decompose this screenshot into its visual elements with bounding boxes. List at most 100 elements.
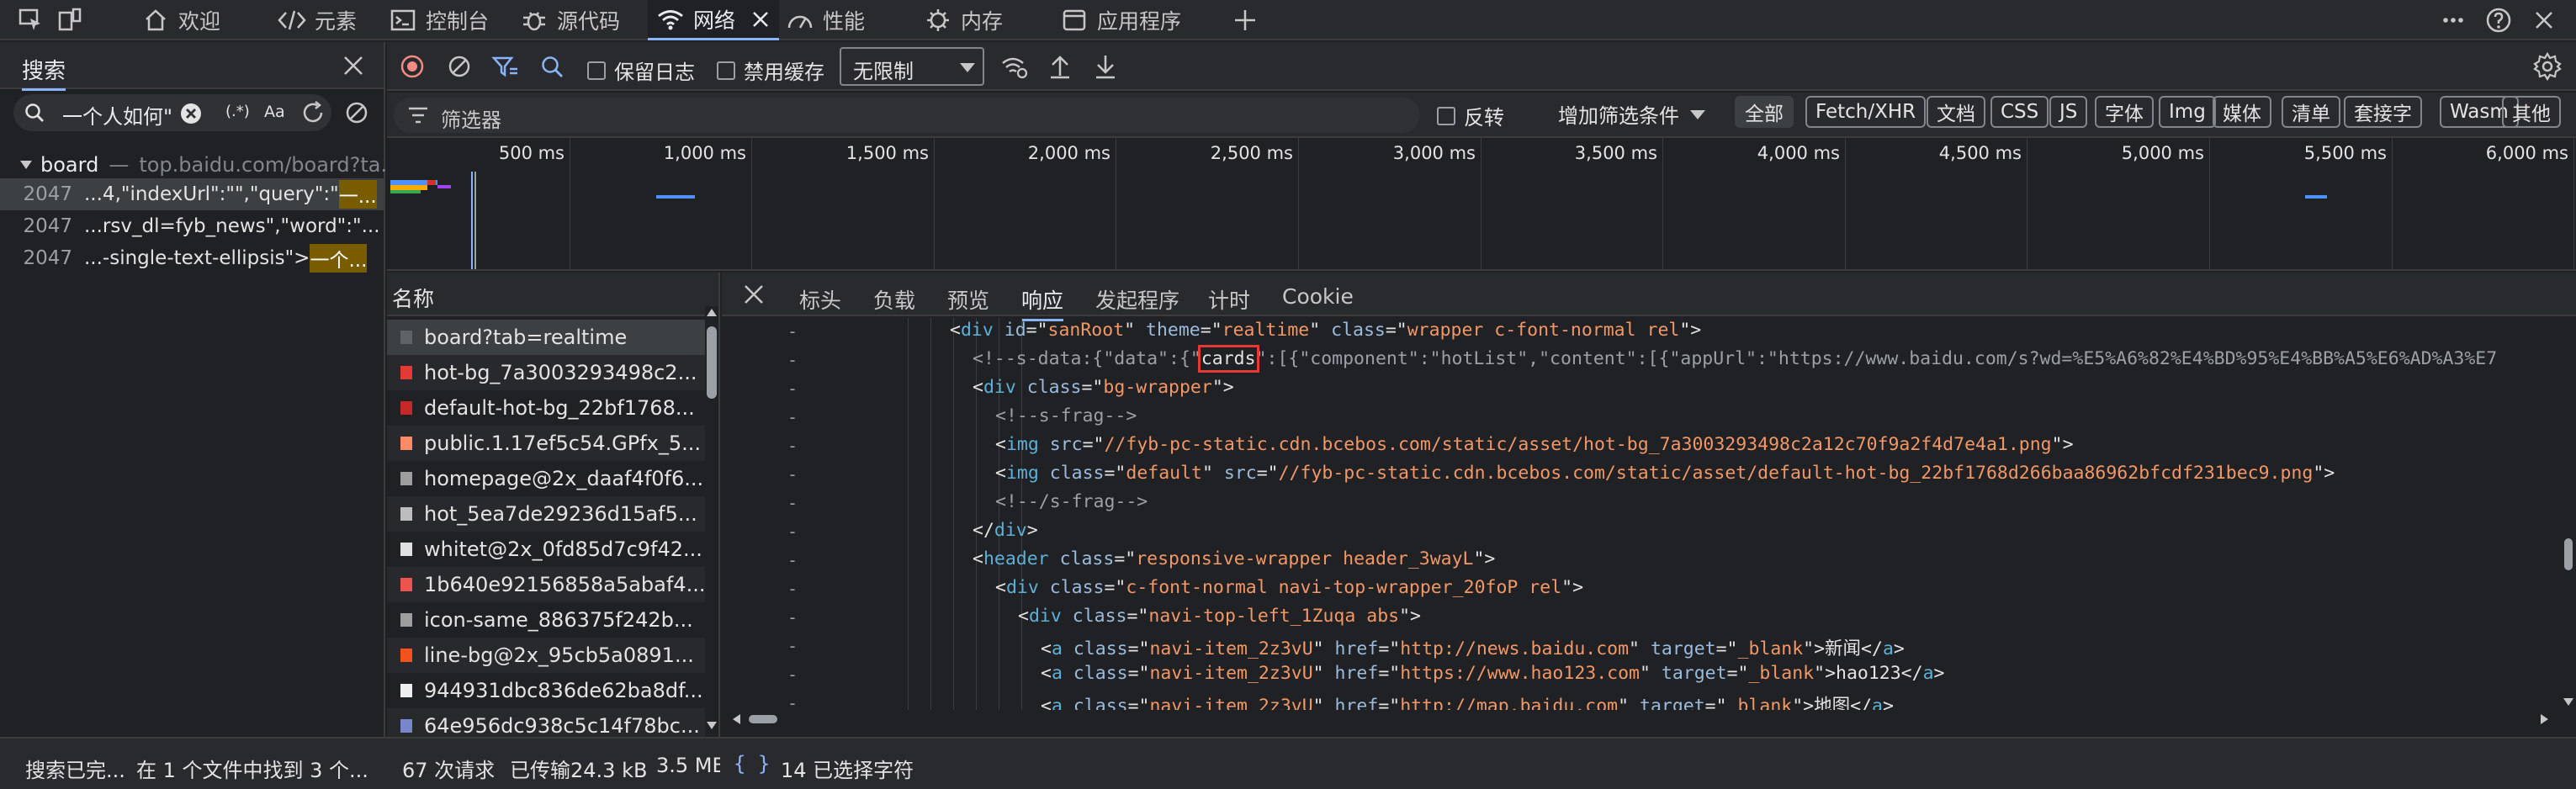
filter-icon[interactable]: [488, 50, 522, 83]
clear-log-icon[interactable]: [443, 50, 476, 83]
code-horizontal-scrollbar[interactable]: [730, 712, 2561, 727]
filter-input[interactable]: 筛选器: [394, 98, 1420, 133]
chip-js[interactable]: JS: [2049, 96, 2088, 128]
network-settings-icon[interactable]: [2529, 48, 2566, 85]
clear-results-icon[interactable]: [340, 96, 374, 130]
request-row[interactable]: hot_5ea7de29236d15af5...: [387, 496, 705, 532]
code-line: </div>: [973, 520, 1038, 541]
column-header-name[interactable]: 名称: [392, 283, 434, 313]
more-options-icon[interactable]: [2436, 3, 2470, 37]
tab-response[interactable]: 响应: [1021, 284, 1064, 321]
throttling-select[interactable]: 无限制: [840, 47, 984, 86]
scrollbar-thumb[interactable]: [2564, 538, 2573, 570]
request-row[interactable]: hot-bg_7a3003293498c2...: [387, 355, 705, 390]
chip-font[interactable]: 字体: [2095, 96, 2154, 128]
request-list-scrollbar[interactable]: [705, 306, 718, 737]
response-detail-panel: 标头 负载 预览 响应 发起程序 计时 Cookie - <div id="san…: [722, 273, 2576, 737]
tab-console[interactable]: 控制台: [389, 0, 489, 40]
add-tab-icon[interactable]: [1228, 3, 1262, 37]
code-vertical-scrollbar[interactable]: [2561, 318, 2576, 712]
device-toolbar-icon[interactable]: [54, 5, 84, 35]
request-row[interactable]: icon-same_886375f242b...: [387, 602, 705, 638]
search-result-row[interactable]: 2047 ...-single-text-ellipsis"> 一个...: [0, 242, 384, 274]
search-network-icon[interactable]: [535, 50, 569, 83]
chip-css[interactable]: CSS: [1990, 96, 2049, 128]
scrollbar-thumb[interactable]: [707, 326, 717, 399]
invert-checkbox[interactable]: 反转: [1437, 101, 1504, 130]
regex-toggle[interactable]: (.*): [225, 103, 250, 120]
import-har-icon[interactable]: [1043, 50, 1077, 83]
scroll-up-icon[interactable]: [705, 306, 718, 320]
search-icon: [24, 102, 45, 124]
scroll-down-icon[interactable]: [2562, 695, 2575, 708]
request-row[interactable]: public.1.17ef5c54.GPfx_5...: [387, 426, 705, 461]
request-row[interactable]: homepage@2x_daaf4f0f6...: [387, 461, 705, 496]
close-detail-icon[interactable]: [739, 279, 769, 310]
pretty-print-button[interactable]: { }: [734, 752, 770, 776]
line-gutter: -: [787, 665, 798, 685]
record-icon[interactable]: [395, 50, 429, 83]
preserve-log-checkbox[interactable]: 保留日志: [587, 56, 695, 85]
disable-cache-checkbox[interactable]: 禁用缓存: [717, 56, 824, 85]
code-line: <div class="navi-top-left_1Zuqa abs">: [1018, 606, 1421, 627]
code-token: <: [973, 377, 983, 398]
request-row[interactable]: 944931dbc836de62ba8df...: [387, 673, 705, 708]
tab-welcome[interactable]: 欢迎: [141, 0, 220, 40]
match-case-toggle[interactable]: Aa: [264, 103, 285, 121]
chip-other[interactable]: 其他: [2502, 96, 2561, 128]
refresh-search-icon[interactable]: [296, 96, 330, 130]
close-search-icon[interactable]: [337, 49, 370, 82]
filter-funnel-icon: [407, 106, 429, 124]
tab-headers[interactable]: 标头: [799, 284, 841, 315]
request-row[interactable]: default-hot-bg_22bf1768...: [387, 390, 705, 426]
request-row[interactable]: line-bg@2x_95cb5a0891...: [387, 638, 705, 673]
chip-all[interactable]: 全部: [1735, 96, 1794, 128]
scroll-right-icon[interactable]: [2537, 712, 2551, 726]
search-result-row[interactable]: 2047 ...rsv_dl=fyb_news","word":"...: [0, 210, 384, 242]
tab-elements[interactable]: 元素: [278, 0, 357, 40]
more-filters-dropdown[interactable]: 增加筛选条件: [1558, 99, 1706, 129]
tab-cookies[interactable]: Cookie: [1282, 284, 1354, 309]
code-token: theme: [1146, 320, 1201, 341]
code-token: ": [1312, 696, 1335, 710]
file-type-icon: [400, 719, 412, 733]
tab-payload[interactable]: 负载: [873, 284, 915, 315]
clear-search-icon[interactable]: [180, 103, 202, 124]
tab-application[interactable]: 应用程序: [1060, 0, 1181, 40]
tab-memory[interactable]: 内存: [924, 0, 1003, 40]
code-token: ">: [1473, 548, 1496, 569]
scroll-left-icon[interactable]: [730, 712, 744, 726]
response-code-viewer[interactable]: - <div id="sanRoot" theme="realtime" clas…: [722, 318, 2563, 710]
tab-preview[interactable]: 预览: [947, 284, 989, 315]
request-row[interactable]: 1b640e92156858a5abaf4...: [387, 567, 705, 602]
request-list: 名称 board?tab=realtime hot-bg_7a3003293498…: [387, 273, 720, 744]
timeline-overview[interactable]: 500 ms 1,000 ms 1,500 ms 2,000 ms 2,500 ms 3,…: [387, 138, 2576, 271]
chip-img[interactable]: Img: [2159, 96, 2216, 128]
request-row[interactable]: whitet@2x_0fd85d7c9f42...: [387, 532, 705, 567]
tab-network[interactable]: 网络: [648, 0, 780, 40]
scrollbar-thumb[interactable]: [749, 715, 777, 723]
chip-fetch-xhr[interactable]: Fetch/XHR: [1805, 96, 1927, 128]
export-har-icon[interactable]: [1089, 50, 1122, 83]
close-devtools-icon[interactable]: [2527, 3, 2561, 37]
chip-socket[interactable]: 套接字: [2344, 96, 2422, 128]
tab-initiator[interactable]: 发起程序: [1095, 284, 1179, 315]
chip-doc[interactable]: 文档: [1927, 96, 1985, 128]
chip-media[interactable]: 媒体: [2213, 96, 2271, 128]
tab-timing[interactable]: 计时: [1208, 284, 1250, 315]
tab-sources[interactable]: 源代码: [520, 0, 620, 40]
help-icon[interactable]: [2482, 3, 2515, 37]
inspect-element-icon[interactable]: [15, 5, 45, 35]
tab-performance[interactable]: 性能: [786, 0, 865, 40]
network-conditions-icon[interactable]: [998, 50, 1031, 83]
request-row[interactable]: board?tab=realtime: [387, 320, 705, 355]
code-token: >: [1933, 663, 1945, 684]
indent-guide: [908, 318, 909, 710]
search-result-row[interactable]: 2047 ...4,"indexUrl":"","query":" 一...: [0, 178, 384, 210]
scroll-down-icon[interactable]: [705, 718, 718, 732]
search-input[interactable]: 一个人如何" (.*) Aa: [13, 94, 331, 131]
chip-manifest[interactable]: 清单: [2282, 96, 2340, 128]
code-token: responsive-wrapper header_3wayL: [1136, 548, 1474, 569]
search-result-file[interactable]: board — top.baidu.com/board?ta...: [19, 150, 400, 180]
close-tab-icon[interactable]: [750, 9, 771, 29]
